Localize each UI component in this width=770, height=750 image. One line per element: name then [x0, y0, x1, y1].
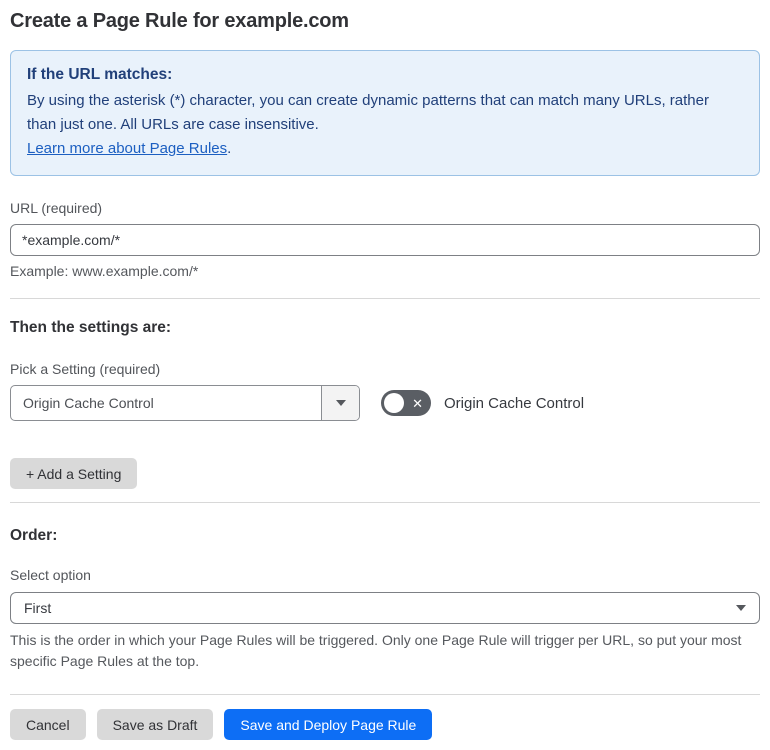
url-match-info-box: If the URL matches: By using the asteris… — [10, 50, 760, 176]
toggle-label: Origin Cache Control — [444, 394, 585, 412]
order-select-label: Select option — [10, 567, 91, 583]
setting-row: Origin Cache Control ✕ Origin Cache Cont… — [10, 385, 760, 421]
pick-setting-label: Pick a Setting (required) — [10, 361, 161, 377]
save-and-deploy-button[interactable]: Save and Deploy Page Rule — [224, 709, 433, 740]
order-select[interactable]: First — [10, 592, 760, 624]
info-box-link-line: Learn more about Page Rules. — [27, 137, 743, 161]
chevron-down-icon — [335, 400, 346, 406]
info-box-body: By using the asterisk (*) character, you… — [27, 92, 709, 133]
order-select-value: First — [24, 600, 52, 616]
url-field-label: URL (required) — [10, 200, 103, 216]
cancel-button[interactable]: Cancel — [10, 709, 86, 740]
order-helper-text: This is the order in which your Page Rul… — [10, 632, 742, 669]
learn-more-link[interactable]: Learn more about Page Rules — [27, 140, 227, 157]
url-input[interactable] — [10, 224, 760, 256]
footer-actions: Cancel Save as Draft Save and Deploy Pag… — [10, 709, 760, 740]
chevron-down-icon — [736, 605, 746, 611]
setting-select[interactable]: Origin Cache Control — [10, 385, 360, 421]
url-example-helper: Example: www.example.com/* — [10, 263, 199, 279]
add-setting-button[interactable]: + Add a Setting — [10, 458, 138, 489]
setting-select-arrow-button[interactable] — [321, 386, 359, 420]
page-title: Create a Page Rule for example.com — [10, 10, 349, 32]
divider — [10, 502, 760, 503]
divider — [10, 694, 760, 695]
toggle-off-icon: ✕ — [412, 395, 423, 411]
order-section-heading: Order: — [10, 527, 58, 544]
save-as-draft-button[interactable]: Save as Draft — [96, 709, 214, 740]
info-box-heading: If the URL matches: — [27, 66, 173, 83]
setting-select-value: Origin Cache Control — [23, 395, 154, 411]
divider — [10, 298, 760, 299]
origin-cache-control-toggle[interactable]: ✕ — [381, 390, 431, 416]
settings-section-heading: Then the settings are: — [10, 319, 172, 336]
toggle-knob — [384, 393, 404, 413]
link-suffix: . — [227, 140, 232, 157]
